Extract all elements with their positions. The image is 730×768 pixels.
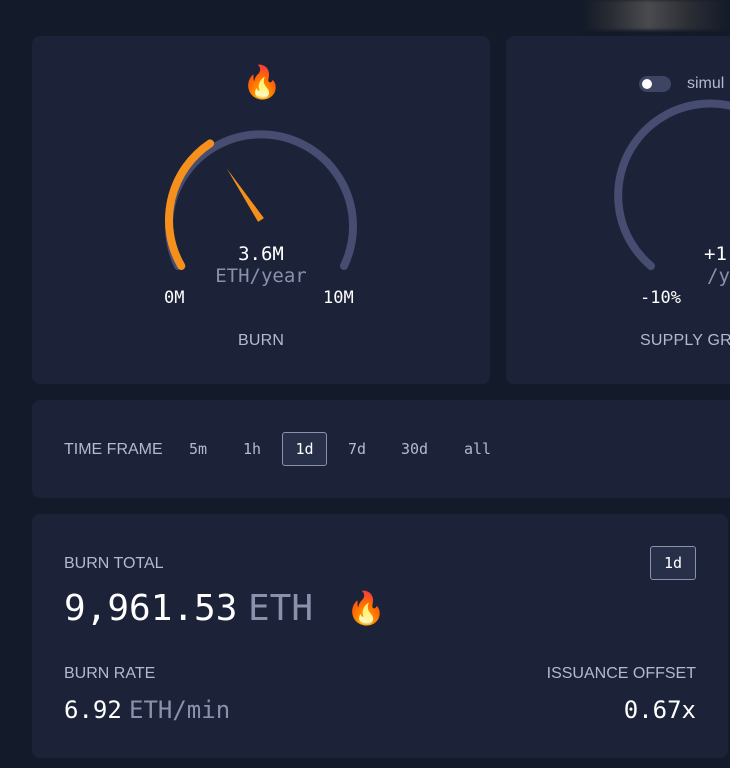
burn-gauge-card: 🔥 3.6M ETH/year 0M 10M BURN [32,36,490,384]
burn-total-card: BURN TOTAL 1d 9,961.53 ETH 🔥 BURN RATE 6… [32,514,728,758]
timeframe-label: TIME FRAME [64,441,163,458]
burn-total-label: BURN TOTAL [64,555,164,572]
supply-gauge-value: +1 [704,243,727,265]
burn-total-timeframe-badge: 1d [650,546,696,580]
burn-total-unit: ETH [248,588,314,629]
burn-gauge-unit: ETH/year [215,265,307,287]
supply-gauge-caption: SUPPLY GRO [640,332,730,349]
supply-growth-gauge-card: simul +1 /y -10% SUPPLY GRO [506,36,730,384]
timeframe-option-30d[interactable]: 30d [390,432,439,466]
issuance-offset-label: ISSUANCE OFFSET [546,665,696,682]
burn-gauge-max-label: 10M [323,288,354,308]
burn-rate-value: 6.92 [64,696,122,724]
burn-gauge-min-label: 0M [164,288,185,308]
supply-gauge-min-label: -10% [640,288,681,308]
burn-gauge-needle [226,168,264,222]
burn-rate-label: BURN RATE [64,665,156,682]
timeframe-selector-card: TIME FRAME 5m 1h 1d 7d 30d all [32,400,730,498]
supply-gauge-track [614,99,730,270]
timeframe-option-5m[interactable]: 5m [178,432,218,466]
timeframe-option-all[interactable]: all [453,432,502,466]
header-image-fragment [582,0,730,30]
issuance-offset-value: 0.67x [623,696,696,724]
timeframe-option-1h[interactable]: 1h [232,432,272,466]
burn-gauge-value: 3.6M [238,243,284,265]
supply-gauge-unit: /y [707,265,730,287]
burn-total-value: 9,961.53 [64,588,238,629]
timeframe-option-1d[interactable]: 1d [282,432,327,466]
burn-rate-unit: ETH/min [129,696,231,724]
timeframe-option-7d[interactable]: 7d [337,432,377,466]
burn-gauge-caption: BURN [238,332,285,349]
flame-icon: 🔥 [346,590,386,626]
